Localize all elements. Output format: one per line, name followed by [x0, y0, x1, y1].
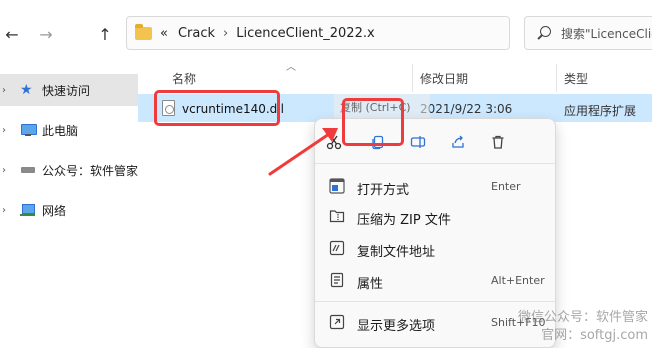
menu-item-label: 复制文件地址	[357, 245, 436, 260]
breadcrumb-crack[interactable]: Crack	[178, 26, 215, 41]
more-options-icon	[329, 314, 345, 330]
star-icon: ★	[20, 82, 33, 98]
rename-icon	[410, 136, 426, 148]
address-bar[interactable]: « Crack › LicenceClient_2022.x	[126, 16, 510, 50]
sidebar-item-network[interactable]: › 网络	[0, 194, 138, 226]
copy-button[interactable]	[365, 129, 391, 155]
up-button[interactable]: ↑	[93, 22, 117, 46]
rename-button[interactable]	[405, 129, 431, 155]
copy-path-icon	[329, 240, 345, 256]
menu-item-shortcut: Enter	[491, 180, 521, 193]
share-button[interactable]	[445, 129, 471, 155]
column-header-row: ︿ 名称 修改日期 类型	[138, 62, 652, 92]
properties-icon	[330, 272, 344, 288]
menu-item-compress-zip[interactable]: 压缩为 ZIP 文件	[315, 201, 555, 231]
folder-icon	[135, 23, 152, 40]
file-type: 应用程序扩展	[564, 104, 637, 118]
open-with-icon	[329, 178, 345, 194]
search-placeholder: 搜索"LicenceClient_2022.x"	[561, 26, 652, 41]
breadcrumb-overflow[interactable]: «	[160, 26, 168, 41]
context-menu-toolbar	[315, 119, 555, 163]
sidebar-item-label: 网络	[42, 203, 67, 218]
sidebar-item-label: 此电脑	[42, 123, 79, 138]
column-type[interactable]: 类型	[564, 70, 588, 87]
search-box[interactable]: 搜索"LicenceClient_2022.x"	[524, 16, 652, 50]
dll-file-icon	[162, 100, 175, 116]
delete-button[interactable]	[485, 129, 511, 155]
pc-icon	[20, 123, 37, 137]
menu-item-label: 打开方式	[357, 183, 410, 198]
column-divider[interactable]	[556, 64, 557, 92]
menu-item-label: 压缩为 ZIP 文件	[357, 213, 451, 228]
delete-icon	[492, 135, 504, 149]
menu-separator	[315, 163, 555, 164]
menu-separator	[315, 301, 555, 302]
chevron-right-icon[interactable]: ›	[2, 205, 14, 216]
sidebar-item-label: 公众号：软件管家	[42, 163, 139, 178]
sidebar-item-drive[interactable]: › 公众号：软件管家	[0, 154, 138, 186]
sidebar-item-label: 快速访问	[42, 83, 91, 98]
share-icon	[452, 135, 464, 148]
navigation-pane: › ★ 快速访问 › 此电脑 › 公众号：软件管家 › 网络	[0, 70, 138, 348]
menu-item-label: 属性	[357, 277, 384, 292]
address-toolbar: ← → ↑ « Crack › LicenceClient_2022.x 搜索"…	[0, 0, 652, 70]
zip-icon	[329, 210, 345, 223]
sort-ascending-icon: ︿	[286, 62, 296, 73]
column-divider[interactable]	[412, 64, 413, 92]
annotation-arrow-icon	[268, 128, 338, 176]
forward-button[interactable]: →	[34, 22, 58, 46]
menu-item-open-with[interactable]: 打开方式 Enter	[315, 171, 555, 201]
network-icon	[20, 203, 36, 217]
copy-icon	[372, 135, 384, 150]
column-date[interactable]: 修改日期	[420, 70, 468, 87]
column-name[interactable]: 名称	[172, 70, 196, 87]
chevron-right-icon[interactable]: ›	[2, 165, 14, 176]
chevron-right-icon[interactable]: ›	[2, 125, 14, 136]
menu-item-properties[interactable]: 属性 Alt+Enter	[315, 265, 555, 295]
watermark-line1: 微信公众号：软件管家	[517, 310, 648, 325]
breadcrumb-separator[interactable]: ›	[223, 26, 228, 41]
search-icon	[537, 26, 551, 40]
file-modified-date: 2021/9/22 3:06	[420, 102, 513, 116]
chevron-right-icon[interactable]: ›	[2, 85, 14, 96]
menu-item-shortcut: Alt+Enter	[491, 274, 545, 287]
back-button[interactable]: ←	[0, 22, 24, 46]
watermark-line2: 官网：softgj.com	[541, 328, 648, 343]
file-name: vcruntime140.dll	[182, 102, 284, 116]
drive-icon	[20, 163, 36, 177]
breadcrumb-current-folder[interactable]: LicenceClient_2022.x	[236, 26, 374, 41]
copy-tooltip: 复制 (Ctrl+C)	[334, 94, 430, 118]
menu-item-label: 显示更多选项	[357, 319, 436, 334]
sidebar-item-quick-access[interactable]: › ★ 快速访问	[0, 74, 138, 106]
menu-item-copy-path[interactable]: 复制文件地址	[315, 233, 555, 263]
sidebar-item-this-pc[interactable]: › 此电脑	[0, 114, 138, 146]
